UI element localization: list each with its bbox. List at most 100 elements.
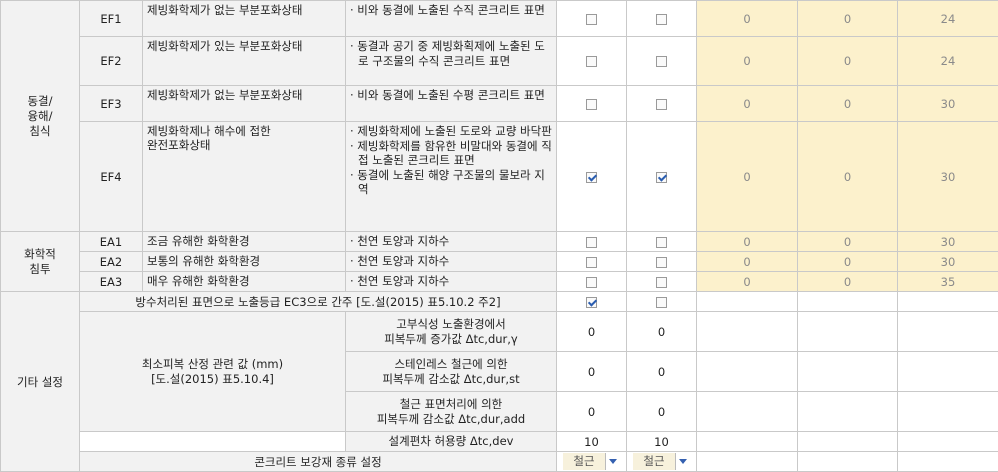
tolerance-value-input[interactable]: 10 <box>627 432 697 452</box>
checkbox-col2[interactable] <box>656 237 667 248</box>
exposure-environment: · 천연 토양과 지하수 <box>346 252 557 272</box>
tolerance-label: 설계편차 허용량 Δtc,dev <box>346 432 557 452</box>
environment-item: · 천연 토양과 지하수 <box>350 254 552 269</box>
value-cell: 30 <box>898 86 998 122</box>
value-cell: 0 <box>798 272 898 292</box>
cover-value-input[interactable]: 0 <box>627 392 697 432</box>
cover-item-label: 철근 표면처리에 의한 피복두께 감소값 Δtc,dur,add <box>346 392 557 432</box>
cover-value-input[interactable]: 0 <box>557 312 627 352</box>
value-cell: 35 <box>898 272 998 292</box>
checkbox-col1[interactable] <box>586 172 597 183</box>
value-cell: 0 <box>798 232 898 252</box>
exposure-code: EF2 <box>80 37 143 86</box>
tolerance-value-input[interactable]: 10 <box>557 432 627 452</box>
value-cell: 0 <box>697 232 798 252</box>
exposure-description: 보통의 유해한 화학환경 <box>143 252 346 272</box>
rebar-type-label: 콘크리트 보강재 종류 설정 <box>80 452 557 472</box>
chevron-down-icon[interactable] <box>675 453 690 470</box>
value-cell: 0 <box>798 252 898 272</box>
checkbox-col1[interactable] <box>586 99 597 110</box>
value-cell: 0 <box>697 252 798 272</box>
checkbox-col2[interactable] <box>656 257 667 268</box>
environment-item: · 천연 토양과 지하수 <box>350 234 552 249</box>
min-cover-label: 최소피복 산정 관련 값 (mm) [도.설(2015) 표5.10.4] <box>80 312 346 432</box>
exposure-environment: · 제빙화학제에 노출된 도로와 교량 바닥판· 제빙화학제를 함유한 비말대와… <box>346 122 557 232</box>
value-cell: 30 <box>898 252 998 272</box>
checkbox-col2[interactable] <box>656 99 667 110</box>
value-cell: 30 <box>898 122 998 232</box>
cover-value-input[interactable]: 0 <box>557 392 627 432</box>
value-cell: 0 <box>697 272 798 292</box>
checkbox-col1[interactable] <box>586 277 597 288</box>
value-cell: 24 <box>898 1 998 37</box>
exposure-description: 제빙화학제가 없는 부분포화상태 <box>143 86 346 122</box>
exposure-code: EA1 <box>80 232 143 252</box>
chevron-down-icon[interactable] <box>605 453 620 470</box>
environment-item: · 동결에 노출된 해양 구조물의 물보라 지역 <box>350 168 552 197</box>
cover-item-label: 고부식성 노출환경에서 피복두께 증가값 Δtc,dur,γ <box>346 312 557 352</box>
table-row: EA2 보통의 유해한 화학환경 · 천연 토양과 지하수 0 0 30 <box>1 252 998 272</box>
waterproof-checkbox-col2[interactable] <box>656 297 667 308</box>
value-cell: 0 <box>697 37 798 86</box>
cover-value-input[interactable]: 0 <box>627 312 697 352</box>
exposure-description: 매우 유해한 화학환경 <box>143 272 346 292</box>
table-row: EF3 제빙화학제가 없는 부분포화상태 · 비와 동결에 노출된 수평 콘크리… <box>1 86 998 122</box>
exposure-description: 조금 유해한 화학환경 <box>143 232 346 252</box>
group-label-freeze: 동결/ 융해/ 침식 <box>1 1 80 232</box>
checkbox-col1[interactable] <box>586 14 597 25</box>
value-cell: 0 <box>798 1 898 37</box>
group-label-other: 기타 설정 <box>1 292 80 472</box>
exposure-code: EA3 <box>80 272 143 292</box>
environment-item: · 동결과 공기 중 제빙화획제에 노출된 도로 구조물의 수직 콘크리트 표면 <box>350 39 552 68</box>
checkbox-col2[interactable] <box>656 277 667 288</box>
cover-value-input[interactable]: 0 <box>557 352 627 392</box>
table-row: EF2 제빙화학제가 있는 부분포화상태 · 동결과 공기 중 제빙화획제에 노… <box>1 37 998 86</box>
table-row: 기타 설정 방수처리된 표면으로 노출등급 EC3으로 간주 [도.설(2015… <box>1 292 998 312</box>
table-row: 설계편차 허용량 Δtc,dev 10 10 <box>1 432 998 452</box>
cover-item-label: 스테인레스 철근에 의한 피복두께 감소값 Δtc,dur,st <box>346 352 557 392</box>
exposure-code: EF3 <box>80 86 143 122</box>
table-row: 최소피복 산정 관련 값 (mm) [도.설(2015) 표5.10.4] 고부… <box>1 312 998 352</box>
exposure-description: 제빙화학제가 있는 부분포화상태 <box>143 37 346 86</box>
rebar-type-select-col2[interactable]: 철근 <box>633 453 690 470</box>
checkbox-col1[interactable] <box>586 257 597 268</box>
checkbox-col1[interactable] <box>586 56 597 67</box>
environment-item: · 천연 토양과 지하수 <box>350 274 552 289</box>
exposure-code: EF4 <box>80 122 143 232</box>
exposure-environment: · 동결과 공기 중 제빙화획제에 노출된 도로 구조물의 수직 콘크리트 표면 <box>346 37 557 86</box>
waterproof-label: 방수처리된 표면으로 노출등급 EC3으로 간주 [도.설(2015) 표5.1… <box>80 292 557 312</box>
checkbox-col2[interactable] <box>656 14 667 25</box>
table-row: EF4 제빙화학제나 해수에 접한 완전포화상태 · 제빙화학제에 노출된 도로… <box>1 122 998 232</box>
table-row: 동결/ 융해/ 침식 EF1 제빙화학제가 없는 부분포화상태 · 비와 동결에… <box>1 1 998 37</box>
environment-item: · 비와 동결에 노출된 수직 콘크리트 표면 <box>350 3 552 18</box>
exposure-description: 제빙화학제가 없는 부분포화상태 <box>143 1 346 37</box>
waterproof-checkbox-col1[interactable] <box>586 297 597 308</box>
checkbox-col2[interactable] <box>656 56 667 67</box>
table-row: EA3 매우 유해한 화학환경 · 천연 토양과 지하수 0 0 35 <box>1 272 998 292</box>
value-cell: 0 <box>798 122 898 232</box>
value-cell: 24 <box>898 37 998 86</box>
value-cell: 0 <box>798 37 898 86</box>
exposure-environment: · 천연 토양과 지하수 <box>346 232 557 252</box>
table-row: 콘크리트 보강재 종류 설정 철근 철근 <box>1 452 998 472</box>
cover-value-input[interactable]: 0 <box>627 352 697 392</box>
value-cell: 0 <box>697 122 798 232</box>
value-cell: 0 <box>798 86 898 122</box>
value-cell: 0 <box>697 86 798 122</box>
environment-item: · 제빙화학제에 노출된 도로와 교량 바닥판 <box>350 124 552 139</box>
environment-item: · 제빙화학제를 함유한 비말대와 동결에 직접 노출된 콘크리트 표면 <box>350 139 552 168</box>
group-label-chemical: 화학적 침투 <box>1 232 80 292</box>
exposure-code: EF1 <box>80 1 143 37</box>
exposure-description: 제빙화학제나 해수에 접한 완전포화상태 <box>143 122 346 232</box>
checkbox-col2[interactable] <box>656 172 667 183</box>
exposure-environment: · 비와 동결에 노출된 수직 콘크리트 표면 <box>346 1 557 37</box>
exposure-environment: · 비와 동결에 노출된 수평 콘크리트 표면 <box>346 86 557 122</box>
exposure-settings-table: 동결/ 융해/ 침식 EF1 제빙화학제가 없는 부분포화상태 · 비와 동결에… <box>0 0 998 472</box>
rebar-type-select-col1[interactable]: 철근 <box>563 453 620 470</box>
table-row: 화학적 침투 EA1 조금 유해한 화학환경 · 천연 토양과 지하수 0 0 … <box>1 232 998 252</box>
checkbox-col1[interactable] <box>586 237 597 248</box>
value-cell: 0 <box>697 1 798 37</box>
value-cell: 30 <box>898 232 998 252</box>
exposure-environment: · 천연 토양과 지하수 <box>346 272 557 292</box>
environment-item: · 비와 동결에 노출된 수평 콘크리트 표면 <box>350 88 552 103</box>
